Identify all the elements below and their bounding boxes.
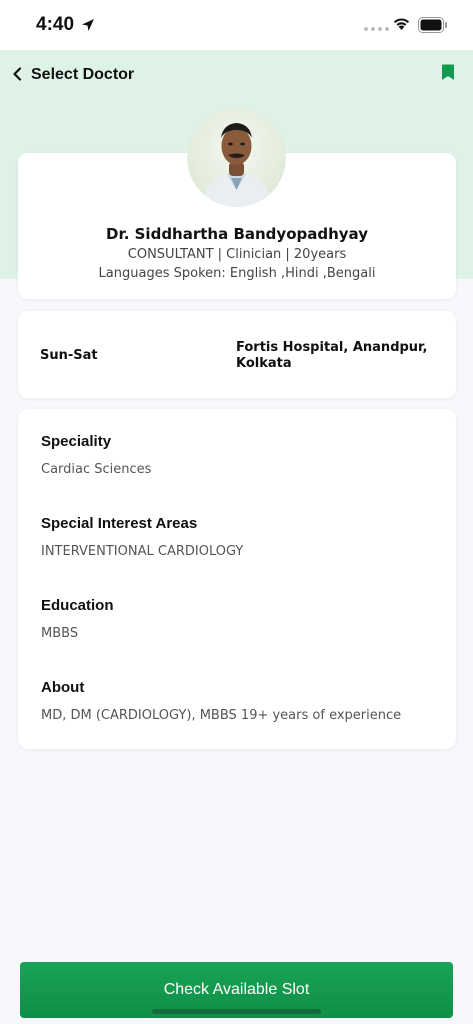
about-section: About MD, DM (CARDIOLOGY), MBBS 19+ year… (41, 679, 441, 723)
back-button[interactable]: Select Doctor (12, 64, 134, 86)
schedule-hospital: Fortis Hospital, Anandpur, Kolkata (236, 340, 428, 371)
doctor-role: CONSULTANT | Clinician | 20years (127, 247, 347, 262)
doctor-avatar (187, 108, 286, 207)
speciality-section: Speciality Cardiac Sciences (41, 433, 441, 477)
schedule-days: Sun-Sat (40, 348, 98, 363)
status-bar: 4:40 (0, 0, 473, 50)
chevron-left-icon (12, 66, 22, 85)
education-value: MBBS (41, 626, 79, 641)
wifi-icon (392, 16, 411, 35)
about-title: About (41, 679, 85, 696)
location-arrow-icon (81, 17, 95, 36)
education-title: Education (41, 597, 114, 614)
doctor-details-card: Speciality Cardiac Sciences Special Inte… (18, 409, 456, 749)
doctor-name: Dr. Siddhartha Bandyopadhyay (106, 225, 368, 243)
education-section: Education MBBS (41, 597, 441, 641)
schedule-card: Sun-Sat Fortis Hospital, Anandpur, Kolka… (18, 311, 456, 398)
back-label: Select Doctor (31, 66, 135, 83)
special-interest-section: Special Interest Areas INTERVENTIONAL CA… (41, 515, 441, 559)
speciality-value: Cardiac Sciences (41, 462, 152, 477)
signal-dots-icon (364, 27, 389, 31)
battery-icon (418, 17, 448, 37)
special-interest-value: INTERVENTIONAL CARDIOLOGY (41, 544, 244, 559)
home-indicator (152, 1009, 321, 1014)
speciality-title: Speciality (41, 433, 112, 450)
status-time: 4:40 (36, 14, 75, 35)
about-value: MD, DM (CARDIOLOGY), MBBS 19+ years of e… (41, 708, 402, 723)
special-interest-title: Special Interest Areas (41, 515, 198, 532)
doctor-languages: Languages Spoken: English ,Hindi ,Bengal… (98, 266, 376, 281)
bookmark-icon[interactable] (441, 64, 455, 85)
